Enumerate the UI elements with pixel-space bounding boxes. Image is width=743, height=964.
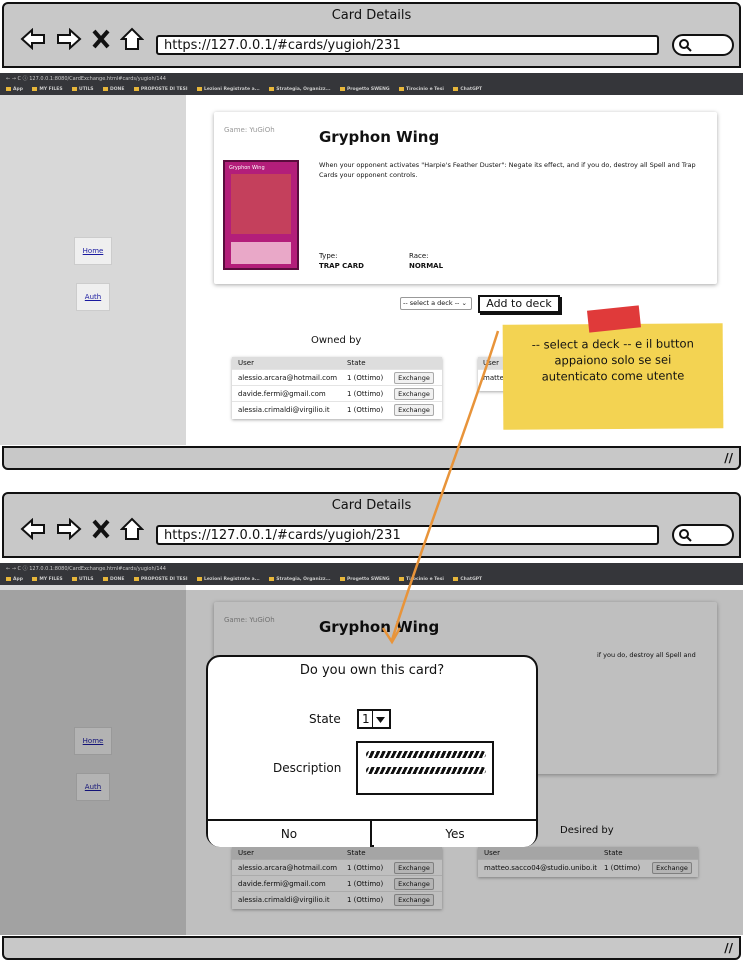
connector-arrow [381, 330, 500, 645]
arrow-line [390, 330, 500, 641]
arrow-head [381, 627, 402, 645]
